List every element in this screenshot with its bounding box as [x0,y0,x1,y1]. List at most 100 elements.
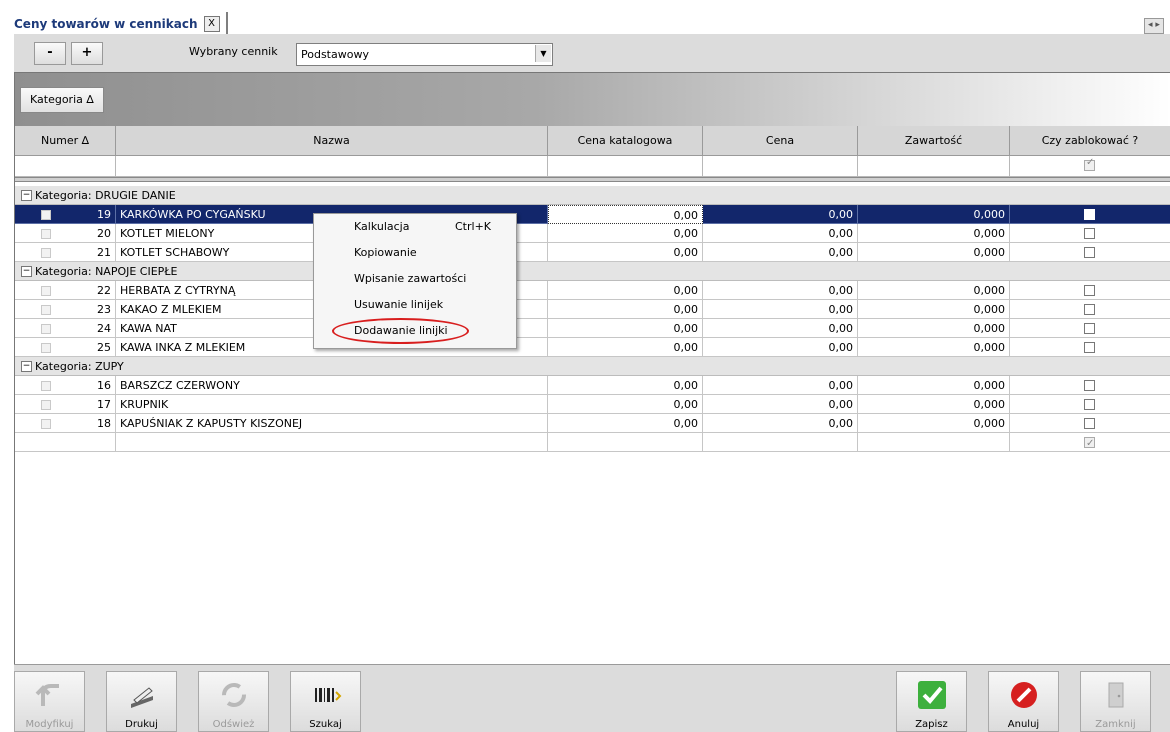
filter-nazwa[interactable] [116,156,548,177]
cell-nazwa[interactable]: BARSZCZ CZERWONY [116,376,548,395]
table-row[interactable]: 20 KOTLET MIELONY 0,00 0,00 0,000 [15,224,1170,243]
save-button[interactable]: Zapisz [896,671,967,732]
lock-checkbox[interactable] [1084,209,1095,220]
table-row[interactable]: 19 KARKÓWKA PO CYGAŃSKU 0,00 0,00 0,000 [15,205,1170,224]
cell-numer[interactable]: 20 [15,224,116,243]
menu-item-kalkulacja[interactable]: Kalkulacja Ctrl+K [314,216,516,238]
cell-zawartosc[interactable]: 0,000 [858,319,1010,338]
lock-checkbox[interactable] [1084,380,1095,391]
lock-checkbox[interactable] [1084,323,1095,334]
cell-cena[interactable]: 0,00 [703,319,858,338]
cell-nazwa[interactable] [116,433,548,452]
filter-zawartosc[interactable] [858,156,1010,177]
cell-zablokowac[interactable] [1010,395,1170,414]
dropdown-arrow-icon[interactable]: ▼ [535,45,551,62]
cell-zablokowac[interactable] [1010,300,1170,319]
filter-numer[interactable] [15,156,116,177]
table-row[interactable]: 17 KRUPNIK 0,00 0,00 0,000 [15,395,1170,414]
cell-zawartosc[interactable]: 0,000 [858,414,1010,433]
cell-cena-katalogowa[interactable]: 0,00 [548,224,703,243]
cell-cena-katalogowa[interactable]: 0,00 [548,243,703,262]
cell-numer[interactable]: 16 [15,376,116,395]
table-row[interactable]: 25 KAWA INKA Z MLEKIEM 0,00 0,00 0,000 [15,338,1170,357]
cell-zawartosc[interactable]: 0,000 [858,243,1010,262]
cell-zablokowac[interactable] [1010,243,1170,262]
expand-button[interactable]: + [71,42,103,65]
row-expand-icon[interactable] [41,229,51,239]
cell-cena[interactable]: 0,00 [703,243,858,262]
column-header-zablokowac[interactable]: Czy zablokować ? [1010,126,1170,156]
filter-checkbox[interactable] [1084,157,1095,171]
modify-button[interactable]: Modyfikuj [14,671,85,732]
group-row[interactable]: − Kategoria: NAPOJE CIEPŁE [15,262,1170,281]
cell-cena-katalogowa[interactable]: 0,00 [548,338,703,357]
row-expand-icon[interactable] [41,210,51,220]
close-button[interactable]: Zamknij [1080,671,1151,732]
table-row[interactable]: 21 KOTLET SCHABOWY 0,00 0,00 0,000 [15,243,1170,262]
cell-cena-katalogowa[interactable]: 0,00 [548,395,703,414]
row-expand-icon[interactable] [41,400,51,410]
cell-nazwa[interactable]: KAPUŚNIAK Z KAPUSTY KISZONEJ [116,414,548,433]
menu-item-kopiowanie[interactable]: Kopiowanie [314,242,516,264]
row-expand-icon[interactable] [41,324,51,334]
cell-zablokowac[interactable] [1010,205,1170,224]
cell-cena[interactable]: 0,00 [703,338,858,357]
collapse-icon[interactable]: − [21,266,32,277]
lock-checkbox[interactable] [1084,342,1095,353]
cell-zawartosc[interactable]: 0,000 [858,281,1010,300]
row-expand-icon[interactable] [41,305,51,315]
cell-cena[interactable]: 0,00 [703,205,858,224]
cancel-button[interactable]: Anuluj [988,671,1059,732]
tab-close-icon[interactable]: X [203,16,220,32]
row-expand-icon[interactable] [41,248,51,258]
cell-cena-katalogowa[interactable]: 0,00 [548,319,703,338]
cell-numer[interactable]: 18 [15,414,116,433]
cell-cena-katalogowa[interactable]: 0,00 [548,376,703,395]
cell-zablokowac[interactable] [1010,433,1170,452]
table-row[interactable]: 18 KAPUŚNIAK Z KAPUSTY KISZONEJ 0,00 0,0… [15,414,1170,433]
column-header-numer[interactable]: Numer ∆ [15,126,116,156]
cell-numer[interactable]: 19 [15,205,116,224]
row-expand-icon[interactable] [41,419,51,429]
cell-cena-katalogowa[interactable]: 0,00 [548,414,703,433]
cell-zawartosc[interactable]: 0,000 [858,205,1010,224]
filter-zablokowac[interactable] [1010,156,1170,177]
cell-cena-katalogowa[interactable]: 0,00 [548,281,703,300]
table-row[interactable]: 22 HERBATA Z CYTRYNĄ 0,00 0,00 0,000 [15,281,1170,300]
column-header-cena[interactable]: Cena [703,126,858,156]
lock-checkbox[interactable] [1084,399,1095,410]
table-row[interactable]: 24 KAWA NAT 0,00 0,00 0,000 [15,319,1170,338]
lock-checkbox[interactable] [1084,285,1095,296]
cell-cena[interactable]: 0,00 [703,376,858,395]
cell-zablokowac[interactable] [1010,414,1170,433]
collapse-icon[interactable]: − [21,190,32,201]
table-row[interactable]: 16 BARSZCZ CZERWONY 0,00 0,00 0,000 [15,376,1170,395]
row-expand-icon[interactable] [41,381,51,391]
cell-zablokowac[interactable] [1010,224,1170,243]
cell-numer[interactable]: 17 [15,395,116,414]
cell-cena-katalogowa[interactable] [548,433,703,452]
tab-scroll-arrows-icon[interactable]: ◂ ▸ [1144,18,1164,34]
lock-checkbox[interactable] [1084,418,1095,429]
cell-zawartosc[interactable]: 0,000 [858,338,1010,357]
cell-cena-katalogowa[interactable]: 0,00 [548,205,703,224]
cell-zablokowac[interactable] [1010,338,1170,357]
menu-item-usuwanie-linijek[interactable]: Usuwanie linijek [314,294,516,316]
cell-zawartosc[interactable]: 0,000 [858,395,1010,414]
cell-numer[interactable]: 21 [15,243,116,262]
group-row[interactable]: − Kategoria: ZUPY [15,357,1170,376]
cell-zawartosc[interactable] [858,433,1010,452]
filter-cena[interactable] [703,156,858,177]
refresh-button[interactable]: Odśwież [198,671,269,732]
cell-cena-katalogowa[interactable]: 0,00 [548,300,703,319]
collapse-icon[interactable]: − [21,361,32,372]
group-chip-kategoria[interactable]: Kategoria ∆ [20,87,104,113]
cell-nazwa[interactable]: KRUPNIK [116,395,548,414]
filter-cena-katalogowa[interactable] [548,156,703,177]
cell-zablokowac[interactable] [1010,376,1170,395]
cell-cena[interactable] [703,433,858,452]
row-expand-icon[interactable] [41,343,51,353]
cennik-select[interactable]: Podstawowy ▼ [296,43,553,66]
menu-item-wpisanie-zawartosci[interactable]: Wpisanie zawartości [314,268,516,290]
cell-cena[interactable]: 0,00 [703,300,858,319]
